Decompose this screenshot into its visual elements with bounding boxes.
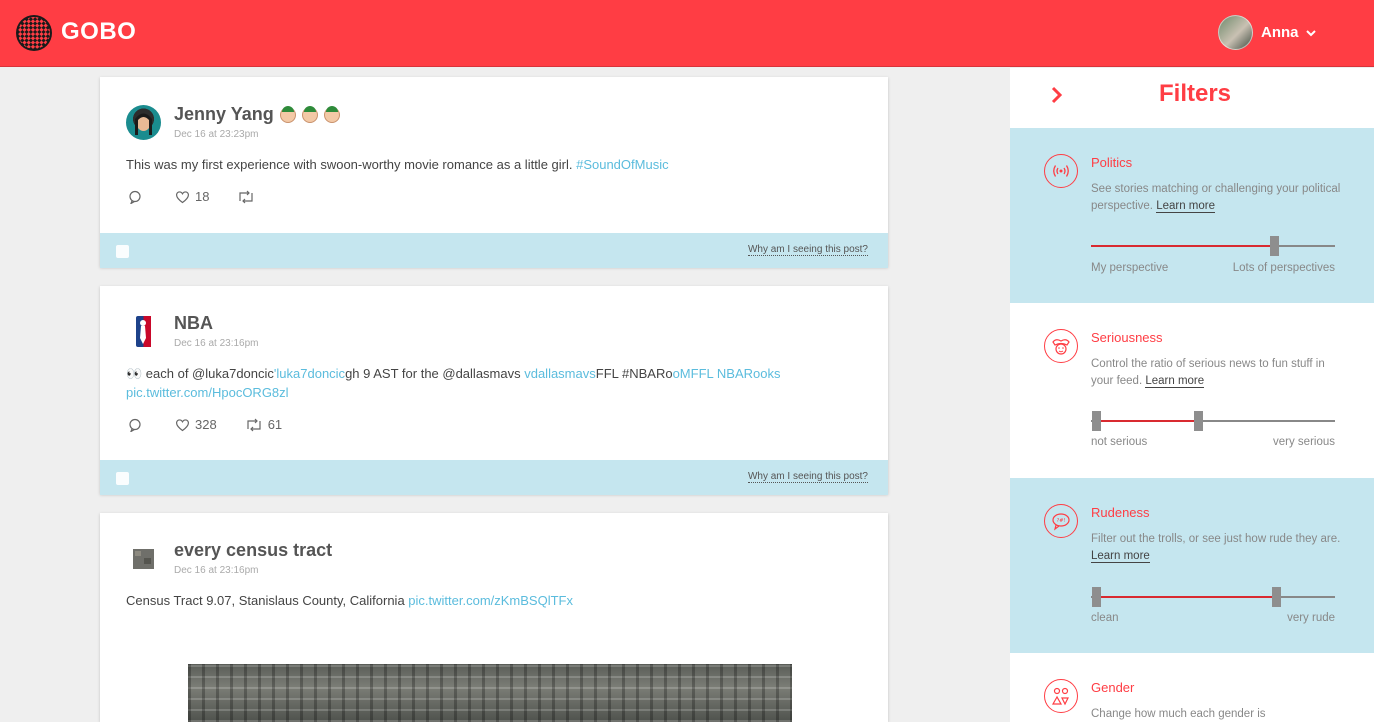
post-date: Dec 16 at 23:23pm (174, 129, 259, 140)
filter-description: Control the ratio of serious news to fun… (1091, 358, 1325, 388)
twitter-icon (116, 472, 129, 485)
why-seeing-link[interactable]: Why am I seeing this post? (747, 244, 868, 256)
slider-handle-max[interactable] (1272, 587, 1282, 607)
retweet-count: 61 (267, 417, 283, 432)
slider-handle-min[interactable] (1091, 411, 1101, 431)
mention-link[interactable]: vdallasmavs (524, 366, 596, 381)
seriousness-slider[interactable] (1091, 411, 1335, 431)
filter-title: Rudeness (1091, 505, 1150, 520)
filter-title: Politics (1091, 155, 1133, 170)
post-footer: Why am I seeing this post? (100, 233, 888, 268)
slider-max-label: very serious (1273, 436, 1335, 448)
slider-range (1091, 245, 1274, 247)
slider-max-label: very rude (1287, 612, 1335, 624)
slider-range (1095, 596, 1277, 598)
twitter-icon (116, 245, 129, 258)
retweet-icon (239, 190, 254, 203)
slider-max-label: Lots of perspectives (1232, 262, 1335, 274)
top-bar: GOBO Anna (0, 0, 1374, 67)
filters-header: Filters (1010, 68, 1374, 128)
filters-title: Filters (1158, 80, 1232, 107)
reply-button[interactable] (128, 418, 147, 432)
post-footer: Why am I seeing this post? (100, 460, 888, 495)
post-date: Dec 16 at 23:16pm (174, 338, 259, 349)
author-avatar[interactable] (126, 105, 161, 140)
user-name[interactable]: Anna (1261, 24, 1299, 41)
hashtag-link[interactable]: oMFFL NBARooks (673, 366, 781, 381)
slider-handle-max[interactable] (1194, 411, 1204, 431)
filter-gender: Gender Change how much each gender is (1010, 653, 1374, 722)
author-avatar[interactable] (126, 541, 161, 576)
user-menu[interactable]: Anna (1218, 15, 1317, 50)
media-link[interactable]: pic.twitter.com/zKmBSQlTFx (408, 593, 573, 608)
author-name[interactable]: every census tract (174, 540, 332, 561)
rudeness-slider[interactable] (1091, 587, 1335, 607)
filter-rudeness: ?#! Rudeness Filter out the trolls, or s… (1010, 478, 1374, 653)
hashtag-link[interactable]: #SoundOfMusic (576, 157, 669, 172)
slider-min-label: not serious (1091, 436, 1148, 448)
filter-description: Filter out the trolls, or see just how r… (1091, 533, 1341, 563)
emoji-icon (301, 105, 318, 123)
learn-more-link[interactable]: Learn more (1156, 200, 1216, 213)
filter-description: See stories matching or challenging your… (1091, 183, 1341, 213)
filters-sidebar: Filters Politics See stories matching or… (1010, 68, 1374, 722)
post-text: Census Tract 9.07, Stanislaus County, Ca… (126, 593, 573, 608)
post-card: Jenny Yang Dec 16 at 23:23pm This was my… (100, 77, 888, 268)
filter-title: Seriousness (1091, 330, 1163, 345)
like-count: 328 (195, 417, 217, 432)
author-name[interactable]: NBA (174, 313, 213, 334)
emoji-icon (279, 105, 296, 123)
post-actions: 328 61 (128, 417, 310, 432)
slider-min-label: My perspective (1091, 262, 1169, 274)
reply-icon (129, 418, 141, 432)
retweet-button[interactable] (237, 190, 260, 204)
filter-politics: Politics See stories matching or challen… (1010, 128, 1374, 303)
heart-icon (175, 190, 190, 203)
gender-icon (1044, 679, 1078, 713)
media-link[interactable]: pic.twitter.com/HpocORG8zl (126, 385, 289, 400)
reply-icon (129, 190, 141, 204)
app-name[interactable]: GOBO (61, 18, 136, 46)
post-text: This was my first experience with swoon-… (126, 157, 669, 172)
why-seeing-link[interactable]: Why am I seeing this post? (747, 471, 868, 483)
filter-seriousness: Seriousness Control the ratio of serious… (1010, 303, 1374, 478)
retweet-icon (247, 418, 261, 431)
jester-icon (1044, 329, 1078, 363)
post-image[interactable] (188, 664, 792, 722)
svg-text:?#!: ?#! (1057, 518, 1066, 524)
learn-more-link[interactable]: Learn more (1145, 375, 1205, 388)
slider-handle-max[interactable] (1270, 236, 1279, 256)
post-text: 👀 each of @luka7doncic'luka7doncicgh 9 A… (126, 366, 781, 400)
post-card: NBA Dec 16 at 23:16pm 👀 each of @luka7do… (100, 286, 888, 495)
chevron-down-icon[interactable] (1305, 27, 1317, 39)
filter-description: Change how much each gender is (1091, 708, 1266, 720)
author-avatar[interactable] (126, 314, 161, 349)
broadcast-icon (1044, 154, 1078, 188)
user-avatar[interactable] (1218, 15, 1253, 50)
slider-min-label: clean (1091, 612, 1119, 624)
reply-button[interactable] (128, 190, 147, 204)
gobo-logo-icon[interactable] (16, 15, 52, 51)
like-button[interactable]: 328 (175, 417, 217, 432)
like-button[interactable]: 18 (175, 189, 209, 204)
slider-range (1095, 420, 1199, 422)
heart-icon (175, 418, 190, 431)
politics-slider[interactable] (1091, 236, 1335, 256)
author-name[interactable]: Jenny Yang (174, 104, 340, 125)
post-actions: 18 (128, 189, 288, 204)
slider-handle-min[interactable] (1091, 587, 1101, 607)
retweet-button[interactable]: 61 (245, 417, 282, 432)
post-card: every census tract Dec 16 at 23:16pm Cen… (100, 513, 888, 722)
emoji-icon (323, 105, 340, 123)
speech-bubble-icon: ?#! (1044, 504, 1078, 538)
learn-more-link[interactable]: Learn more (1091, 550, 1150, 563)
filter-title: Gender (1091, 680, 1135, 695)
mention-link[interactable]: 'luka7doncic (274, 366, 345, 381)
post-date: Dec 16 at 23:16pm (174, 565, 259, 576)
like-count: 18 (195, 189, 210, 204)
